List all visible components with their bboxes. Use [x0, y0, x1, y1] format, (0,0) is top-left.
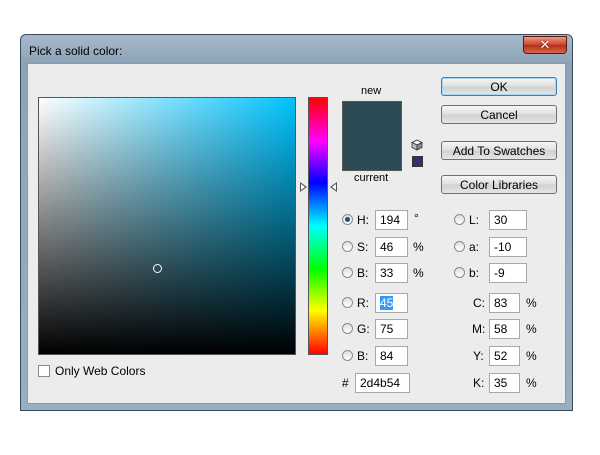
blue-input[interactable]: 84 — [375, 346, 408, 366]
brightness-radio[interactable] — [342, 267, 353, 278]
lab-a-input[interactable]: -10 — [489, 237, 527, 257]
lab-l-radio[interactable] — [454, 214, 465, 225]
yellow-label: Y: — [473, 349, 484, 363]
hex-input[interactable]: 2d4b54 — [355, 373, 410, 393]
lab-l-label: L: — [469, 213, 480, 227]
color-preview — [342, 101, 402, 171]
brightness-unit: % — [413, 266, 424, 280]
color-libraries-button[interactable]: Color Libraries — [441, 175, 557, 194]
lab-b-input[interactable]: -9 — [489, 263, 527, 283]
green-radio[interactable] — [342, 323, 353, 334]
hue-radio[interactable] — [342, 214, 353, 225]
yellow-unit: % — [526, 349, 537, 363]
hue-slider[interactable] — [308, 97, 328, 355]
only-web-colors-label[interactable]: Only Web Colors — [55, 364, 145, 378]
blue-label: B: — [357, 349, 369, 363]
web-safe-color-swatch[interactable] — [412, 156, 423, 167]
lab-b-label: b: — [469, 266, 480, 280]
hue-slider-left-arrow-icon[interactable] — [300, 182, 307, 192]
ok-button[interactable]: OK — [441, 77, 557, 96]
close-button[interactable]: ✕ — [523, 36, 567, 54]
yellow-input[interactable]: 52 — [489, 346, 520, 366]
lab-b-radio[interactable] — [454, 267, 465, 278]
saturation-unit: % — [413, 240, 424, 254]
cyan-input[interactable]: 83 — [489, 293, 520, 313]
magenta-label: M: — [472, 322, 486, 336]
cyan-label: C: — [473, 296, 485, 310]
saturation-input[interactable]: 46 — [375, 237, 408, 257]
dialog-title: Pick a solid color: — [29, 44, 123, 58]
lab-a-label: a: — [469, 240, 480, 254]
hue-input[interactable]: 194 — [375, 210, 408, 230]
dialog-body: new current OK Cancel Add To Swatches Co… — [27, 63, 566, 404]
saturation-radio[interactable] — [342, 241, 353, 252]
magenta-input[interactable]: 58 — [489, 319, 520, 339]
add-to-swatches-button[interactable]: Add To Swatches — [441, 141, 557, 160]
web-safe-cube-icon[interactable] — [411, 139, 423, 151]
current-color-swatch[interactable] — [343, 136, 401, 170]
green-input[interactable]: 75 — [375, 319, 408, 339]
new-color-swatch — [343, 102, 401, 136]
close-icon: ✕ — [539, 37, 551, 53]
current-label: current — [354, 172, 389, 184]
red-radio[interactable] — [342, 297, 353, 308]
lab-l-input[interactable]: 30 — [489, 210, 527, 230]
title-bar[interactable]: Pick a solid color: ✕ — [21, 35, 572, 63]
red-input-selection: 45 — [380, 296, 394, 310]
magenta-unit: % — [526, 322, 537, 336]
black-input[interactable]: 35 — [489, 373, 520, 393]
hue-slider-right-arrow-icon[interactable] — [330, 182, 337, 192]
black-label: K: — [473, 376, 485, 390]
color-field-cursor[interactable] — [153, 264, 162, 273]
saturation-label: S: — [357, 240, 369, 254]
cyan-unit: % — [526, 296, 537, 310]
red-input[interactable]: 45 — [375, 293, 408, 313]
hex-label: # — [342, 376, 349, 390]
brightness-input[interactable]: 33 — [375, 263, 408, 283]
lab-a-radio[interactable] — [454, 241, 465, 252]
new-label: new — [361, 85, 382, 97]
hue-unit: ° — [414, 211, 419, 225]
green-label: G: — [357, 322, 370, 336]
hue-label: H: — [357, 213, 369, 227]
brightness-label: B: — [357, 266, 369, 280]
black-unit: % — [526, 376, 537, 390]
red-label: R: — [357, 296, 369, 310]
color-picker-dialog: Pick a solid color: ✕ new current OK Can… — [20, 34, 573, 411]
blue-radio[interactable] — [342, 350, 353, 361]
color-field[interactable] — [38, 97, 296, 355]
cancel-button[interactable]: Cancel — [441, 105, 557, 124]
only-web-colors-checkbox[interactable] — [38, 365, 50, 377]
